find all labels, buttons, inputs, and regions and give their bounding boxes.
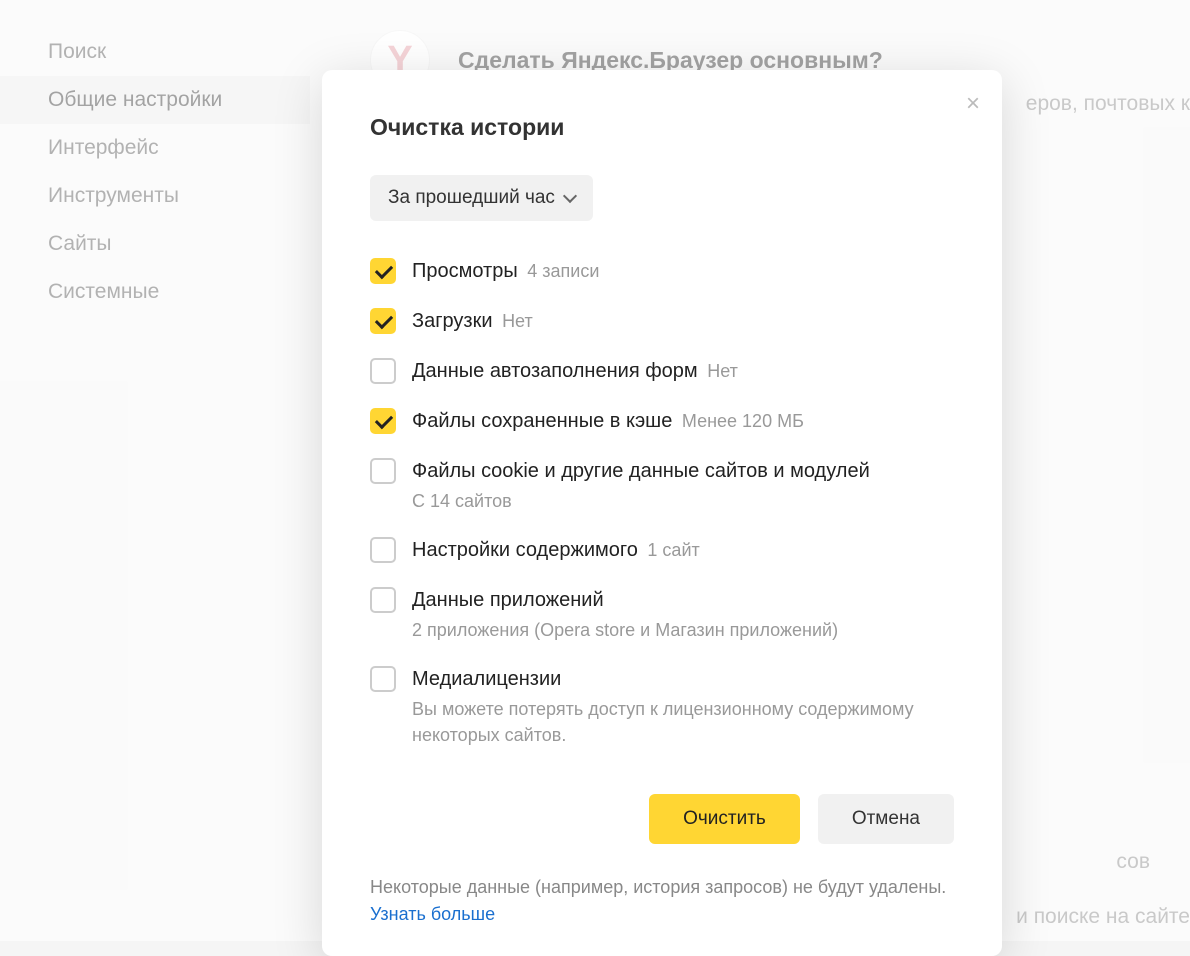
sidebar-item-sites[interactable]: Сайты <box>48 220 310 268</box>
bg-text-fragment: сов <box>1116 850 1150 874</box>
checkbox-row-downloads: Загрузки Нет <box>370 307 954 335</box>
checkbox-row-content-settings: Настройки содержимого 1 сайт <box>370 536 954 564</box>
checkbox-content-settings[interactable] <box>370 537 396 563</box>
checkbox-hint: Менее 120 МБ <box>682 411 804 431</box>
checkbox-row-cookies: Файлы cookie и другие данные сайтов и мо… <box>370 457 954 514</box>
checkbox-downloads[interactable] <box>370 308 396 334</box>
checkbox-label: Данные автозаполнения форм <box>412 360 698 382</box>
checkbox-label: Файлы сохраненные в кэше <box>412 410 672 432</box>
sidebar-item-interface[interactable]: Интерфейс <box>48 124 310 172</box>
checkbox-label: Данные приложений <box>412 589 604 611</box>
checkbox-cookies[interactable] <box>370 458 396 484</box>
bg-text-fragment: и поиске на сайте <box>1016 905 1190 929</box>
footer-note: Некоторые данные (например, история запр… <box>370 877 946 897</box>
bg-text-fragment: еров, почтовых к <box>1026 92 1190 116</box>
sidebar: Поиск Общие настройки Интерфейс Инструме… <box>0 0 310 941</box>
time-range-select[interactable]: За прошедший час <box>370 175 593 221</box>
checkbox-row-cache: Файлы сохраненные в кэше Менее 120 МБ <box>370 407 954 435</box>
checkbox-sub: С 14 сайтов <box>412 489 870 514</box>
clear-history-dialog: × Очистка истории За прошедший час Просм… <box>322 70 1002 956</box>
checkbox-app-data[interactable] <box>370 587 396 613</box>
checkbox-row-app-data: Данные приложений 2 приложения (Opera st… <box>370 586 954 643</box>
checkbox-sub: Вы можете потерять доступ к лицензионном… <box>412 697 954 747</box>
sidebar-item-search[interactable]: Поиск <box>48 28 310 76</box>
checkbox-sub: 2 приложения (Opera store и Магазин прил… <box>412 618 838 643</box>
checkbox-media-licenses[interactable] <box>370 666 396 692</box>
sidebar-item-tools[interactable]: Инструменты <box>48 172 310 220</box>
checkbox-label: Медиалицензии <box>412 668 561 690</box>
checkbox-hint: 1 сайт <box>647 540 699 560</box>
checkbox-views[interactable] <box>370 258 396 284</box>
sidebar-item-system[interactable]: Системные <box>48 268 310 316</box>
checkbox-hint: 4 записи <box>527 261 599 281</box>
cancel-button[interactable]: Отмена <box>818 794 954 844</box>
sidebar-item-general[interactable]: Общие настройки <box>0 76 310 124</box>
checkbox-hint: Нет <box>502 311 533 331</box>
dialog-title: Очистка истории <box>370 114 954 141</box>
checkbox-label: Загрузки <box>412 310 493 332</box>
checkbox-row-views: Просмотры 4 записи <box>370 257 954 285</box>
dialog-buttons: Очистить Отмена <box>370 794 954 844</box>
checkbox-autofill[interactable] <box>370 358 396 384</box>
checkbox-label: Файлы cookie и другие данные сайтов и мо… <box>412 460 870 482</box>
clear-button[interactable]: Очистить <box>649 794 800 844</box>
chevron-down-icon <box>563 189 577 203</box>
checkbox-label: Просмотры <box>412 260 518 282</box>
dialog-footer: Некоторые данные (например, история запр… <box>370 874 954 928</box>
time-range-value: За прошедший час <box>388 187 555 209</box>
checkbox-row-autofill: Данные автозаполнения форм Нет <box>370 357 954 385</box>
learn-more-link[interactable]: Узнать больше <box>370 904 495 924</box>
checkbox-list: Просмотры 4 записи Загрузки Нет Данные а… <box>370 257 954 748</box>
checkbox-label: Настройки содержимого <box>412 539 638 561</box>
close-icon[interactable]: × <box>966 92 980 116</box>
checkbox-cache[interactable] <box>370 408 396 434</box>
checkbox-hint: Нет <box>707 361 738 381</box>
checkbox-row-media-licenses: Медиалицензии Вы можете потерять доступ … <box>370 665 954 747</box>
